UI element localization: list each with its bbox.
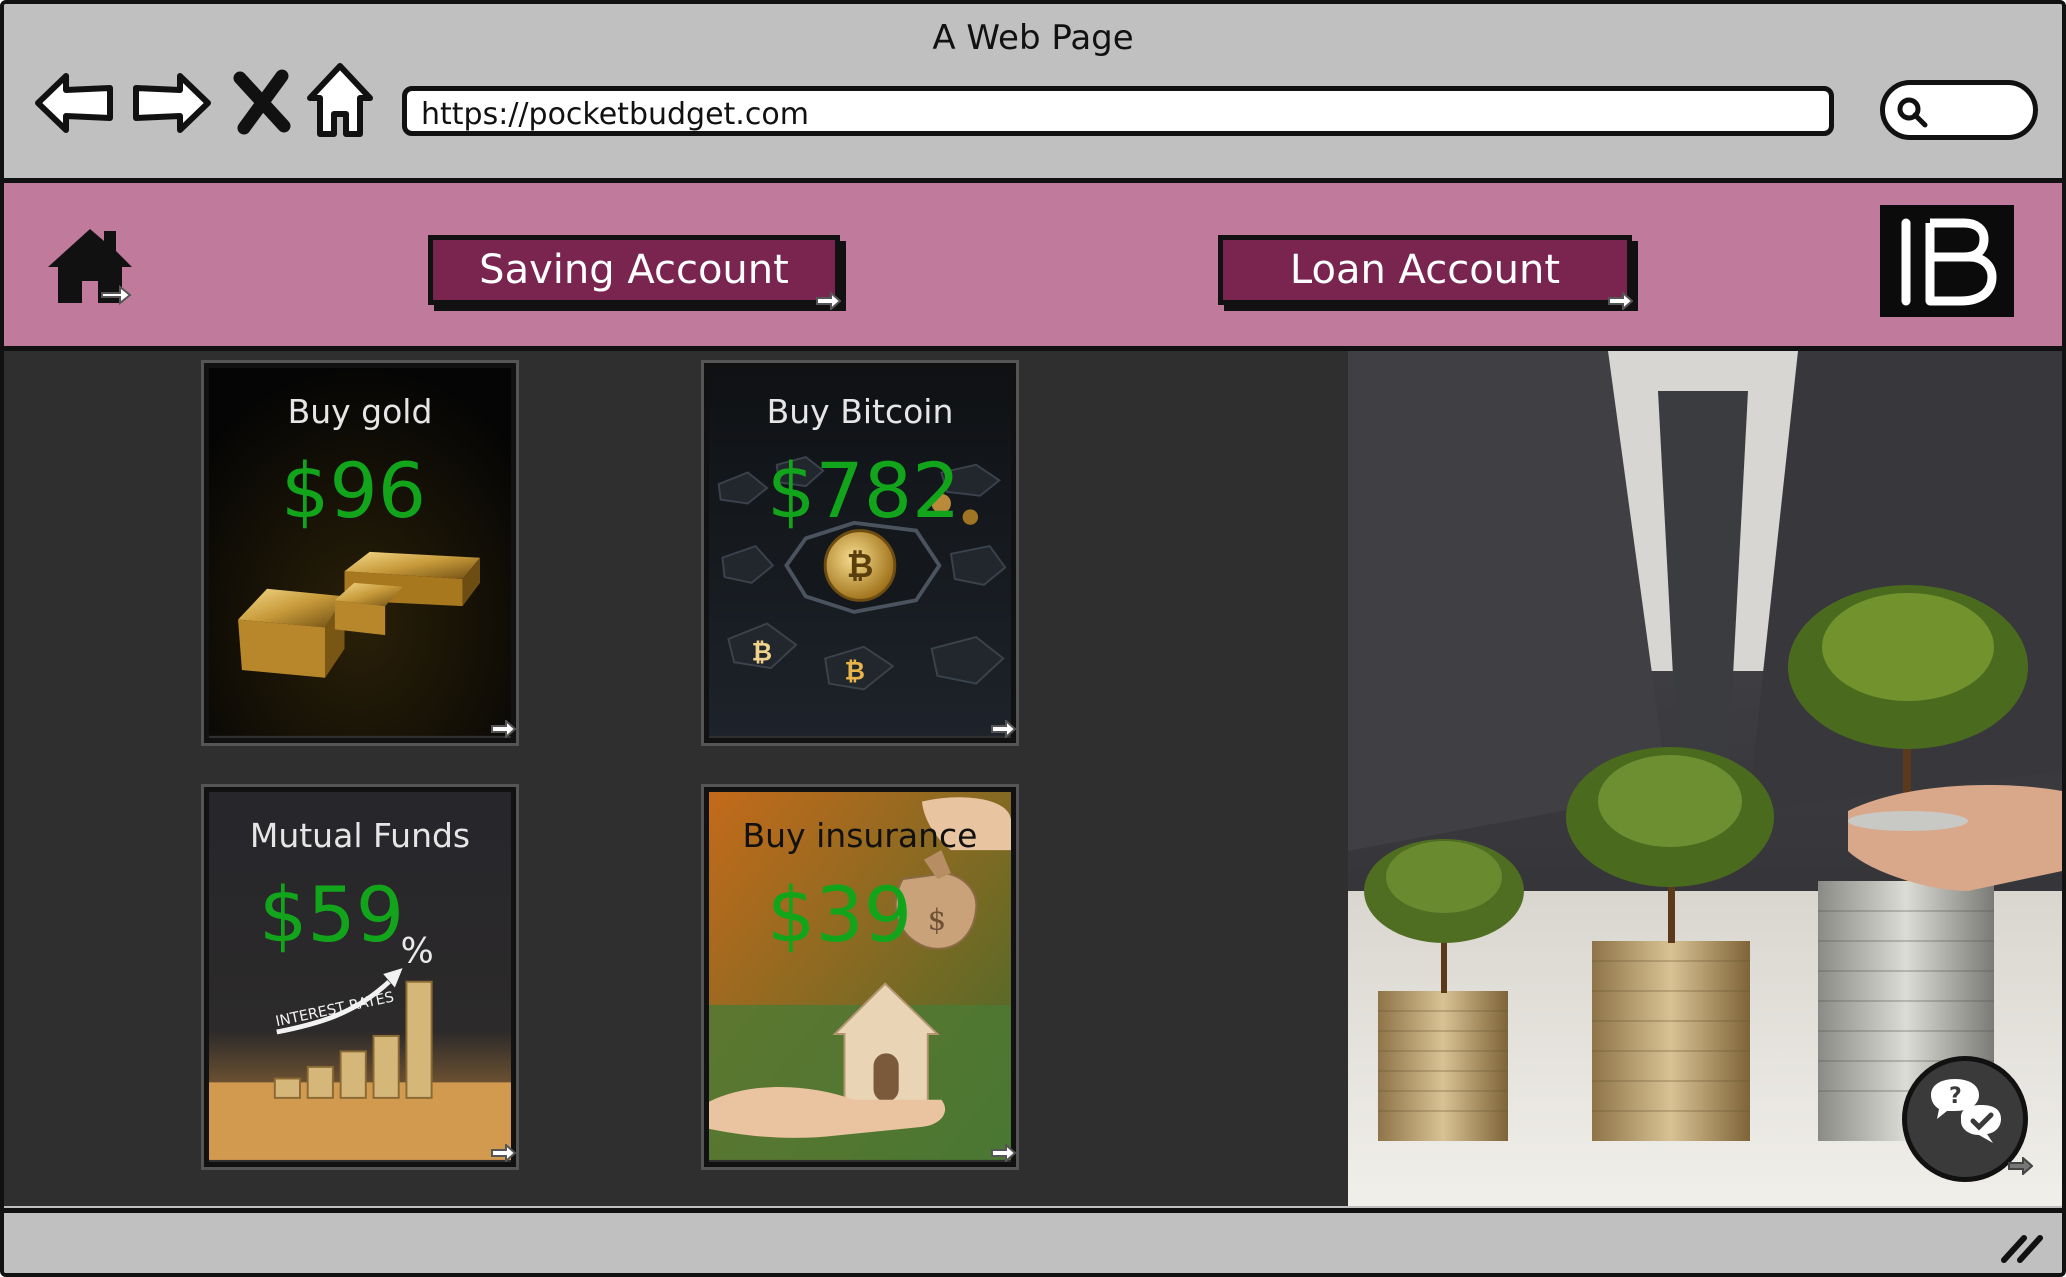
app-header: Saving Account Loan Account [4, 183, 2062, 351]
card-buy-bitcoin[interactable]: ₿ ₿ ₿ Buy Bitcoin $782 [704, 363, 1016, 743]
saving-account-button[interactable]: Saving Account [428, 235, 841, 310]
home-icon[interactable] [304, 58, 376, 144]
close-x-icon[interactable] [226, 60, 298, 146]
svg-text:₿: ₿ [847, 546, 874, 585]
card-price: $96 [281, 446, 427, 535]
saving-account-label: Saving Account [479, 247, 789, 293]
card-buy-insurance[interactable]: $ Buy insurance $39 [704, 787, 1016, 1167]
resize-grip-icon[interactable] [2000, 1230, 2044, 1264]
link-arrow-icon [2008, 1157, 2033, 1175]
link-arrow-icon [491, 1144, 516, 1162]
main-content: Buy gold $96 ₿ ₿ ₿ Buy Bitcoin $782 INTE… [4, 351, 2062, 1206]
browser-window: A Web Page https://pocketbudget.com Savi… [0, 0, 2066, 1277]
svg-text:₿: ₿ [752, 637, 773, 666]
chat-bubbles-icon: ? [1931, 1079, 2001, 1143]
search-box[interactable] [1880, 80, 2038, 140]
card-buy-gold[interactable]: Buy gold $96 [204, 363, 516, 743]
card-price: $39 [767, 870, 913, 959]
percent-glyph: % [401, 931, 434, 971]
forward-arrow-icon[interactable] [128, 60, 214, 146]
card-price: $782 [767, 446, 961, 535]
dollar-sign: $ [928, 902, 946, 936]
loan-account-button[interactable]: Loan Account [1218, 235, 1633, 310]
card-title: Buy gold [287, 392, 433, 431]
svg-text:?: ? [1949, 1084, 1962, 1109]
back-arrow-icon[interactable] [32, 60, 118, 146]
link-arrow-icon [816, 292, 841, 310]
card-title: Mutual Funds [249, 816, 471, 855]
link-arrow-icon [491, 720, 516, 738]
address-bar[interactable]: https://pocketbudget.com [402, 86, 1834, 136]
status-bar [4, 1208, 2062, 1273]
card-price: $59 [259, 870, 405, 959]
loan-account-label: Loan Account [1289, 247, 1561, 293]
home-icon[interactable] [44, 223, 136, 309]
card-title: Buy Bitcoin [766, 392, 954, 431]
browser-toolbar: A Web Page https://pocketbudget.com [4, 4, 2062, 183]
search-icon [1897, 97, 1928, 128]
window-title: A Web Page [932, 18, 1134, 58]
link-arrow-icon [1608, 292, 1633, 310]
brand-logo[interactable] [1880, 205, 2014, 317]
chat-button[interactable]: ? [1902, 1056, 2033, 1182]
card-mutual-funds[interactable]: INTEREST RATES % Mutual Funds $59 [204, 787, 516, 1167]
link-arrow-icon [991, 1144, 1016, 1162]
svg-text:₿: ₿ [845, 657, 866, 686]
link-arrow-icon [991, 720, 1016, 738]
card-title: Buy insurance [742, 816, 978, 855]
